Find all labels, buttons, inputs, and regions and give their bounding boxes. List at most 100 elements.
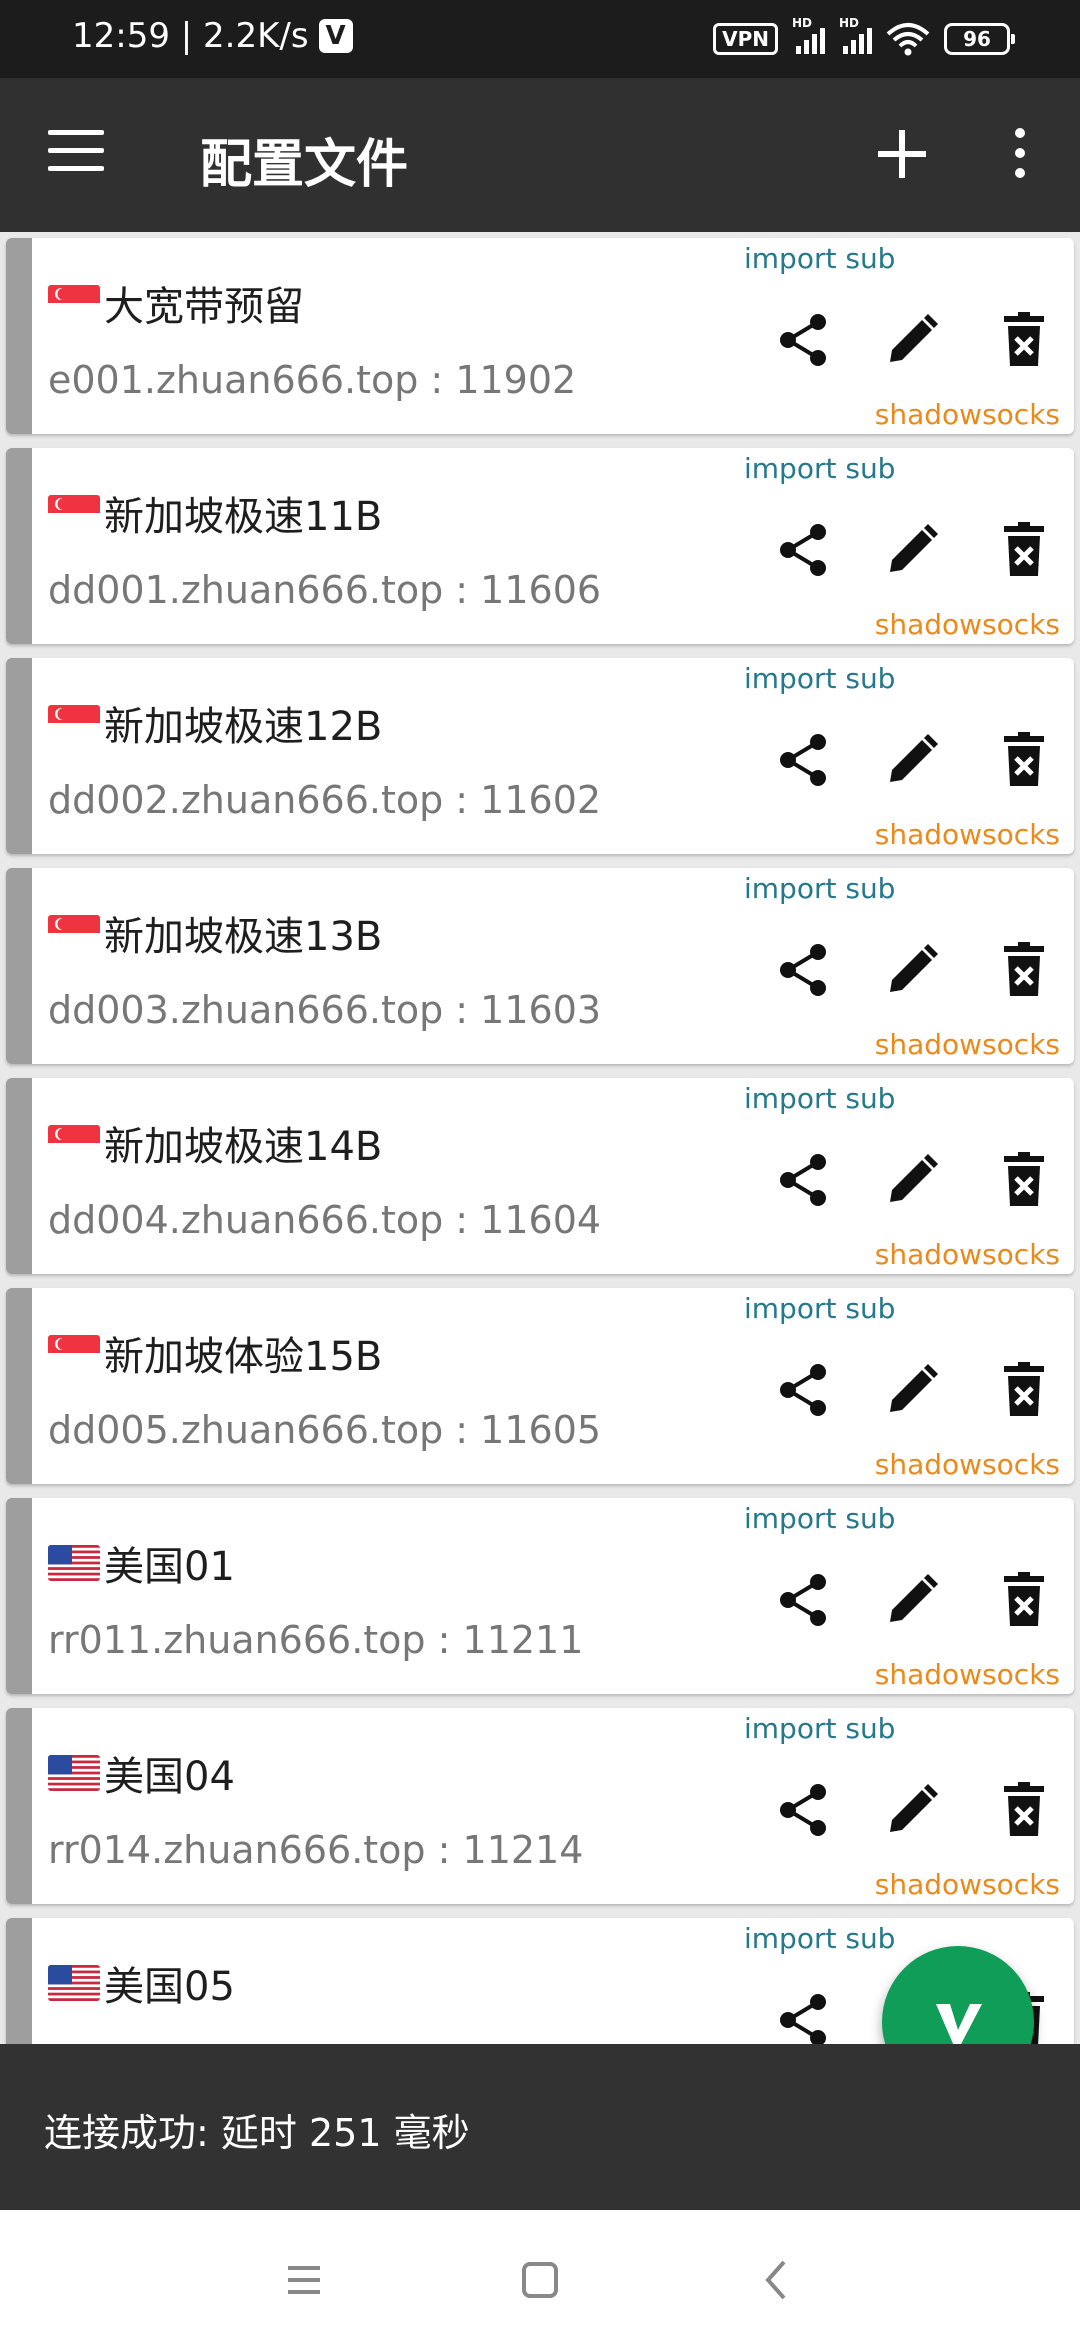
delete-icon[interactable] [992,1568,1056,1632]
server-name: 新加坡极速12B [48,694,382,752]
protocol-type: shadowsocks [874,818,1060,851]
server-name: 美国04 [48,1744,235,1802]
server-name-label: 新加坡体验15B [104,1334,383,1380]
battery-icon: 96 [944,23,1015,55]
delete-icon[interactable] [992,1148,1056,1212]
edit-icon[interactable] [880,1148,944,1212]
delete-icon[interactable] [992,518,1056,582]
signal-icon: HD [792,16,825,54]
server-card[interactable]: 美国01 rr011.zhuan666.top : 11211 import sub… [6,1498,1074,1694]
card-strip [6,868,32,1064]
v2ray-status-icon: V [318,19,353,53]
wifi-icon [886,23,930,56]
add-icon[interactable] [870,122,934,186]
server-card[interactable]: 大宽带预留 e001.zhuan666.top : 11902 import sub… [6,238,1074,434]
share-icon[interactable] [772,1988,836,2044]
server-card[interactable]: 新加坡体验15B dd005.zhuan666.top : 11605 import… [6,1288,1074,1484]
server-name: 新加坡极速14B [48,1114,382,1172]
edit-icon[interactable] [880,938,944,1002]
server-name: 新加坡极速11B [48,484,382,542]
edit-icon[interactable] [880,728,944,792]
protocol-type: shadowsocks [874,1448,1060,1481]
edit-icon[interactable] [880,518,944,582]
status-left: 12:59 | 2.2K/s V [72,16,353,56]
server-name: 新加坡体验15B [48,1324,382,1382]
delete-icon[interactable] [992,1358,1056,1422]
delete-icon[interactable] [992,308,1056,372]
edit-icon[interactable] [880,1568,944,1632]
share-icon[interactable] [772,728,836,792]
card-strip [6,1498,32,1694]
server-address: e001.zhuan666.top : 11902 [48,358,577,402]
delete-icon[interactable] [992,938,1056,1002]
share-icon[interactable] [772,518,836,582]
server-card[interactable]: 新加坡极速13B dd003.zhuan666.top : 11603 import… [6,868,1074,1064]
server-name-label: 美国01 [104,1544,235,1590]
edit-icon[interactable] [880,1358,944,1422]
us-flag-icon [48,1965,100,2001]
subscription-source: import sub [744,1922,896,1955]
edit-icon[interactable] [880,308,944,372]
server-address: dd003.zhuan666.top : 11603 [48,988,602,1032]
system-nav-bar [0,2210,1080,2340]
share-icon[interactable] [772,308,836,372]
recents-button[interactable] [274,2250,334,2310]
protocol-type: shadowsocks [874,398,1060,431]
share-icon[interactable] [772,938,836,1002]
server-card[interactable]: 新加坡极速14B dd004.zhuan666.top : 11604 import… [6,1078,1074,1274]
status-right: VPN HD HD 96 [713,16,1015,56]
subscription-source: import sub [744,242,896,275]
card-actions [772,518,1062,582]
server-name-label: 新加坡极速11B [104,494,383,540]
server-name-label: 新加坡极速12B [104,704,383,750]
signal-icon: HD [839,16,872,54]
share-icon[interactable] [772,1148,836,1212]
server-name-label: 美国05 [104,1964,235,2010]
card-actions [772,1358,1062,1422]
card-actions [772,938,1062,1002]
edit-icon[interactable] [880,1778,944,1842]
card-actions [772,1568,1062,1632]
card-strip [6,1918,32,2044]
singapore-flag-icon [48,705,100,741]
card-strip [6,238,32,434]
server-address: rr011.zhuan666.top : 11211 [48,1618,584,1662]
delete-icon[interactable] [992,728,1056,792]
subscription-source: import sub [744,872,896,905]
server-card[interactable]: 新加坡极速11B dd001.zhuan666.top : 11606 import… [6,448,1074,644]
singapore-flag-icon [48,1125,100,1161]
home-button[interactable] [510,2250,570,2310]
server-list[interactable]: 大宽带预留 e001.zhuan666.top : 11902 import sub… [0,232,1080,2044]
card-actions [772,1148,1062,1212]
card-strip [6,1708,32,1904]
server-name: 美国05 [48,1954,235,2012]
more-options-icon[interactable] [1000,128,1040,184]
share-icon[interactable] [772,1358,836,1422]
subscription-source: import sub [744,1712,896,1745]
server-address: dd002.zhuan666.top : 11602 [48,778,602,822]
server-name-label: 美国04 [104,1754,235,1800]
server-card[interactable]: 新加坡极速12B dd002.zhuan666.top : 11602 import… [6,658,1074,854]
status-time-speed: 12:59 | 2.2K/s [72,16,309,56]
card-actions [772,728,1062,792]
singapore-flag-icon [48,915,100,951]
singapore-flag-icon [48,495,100,531]
server-address: dd001.zhuan666.top : 11606 [48,568,602,612]
server-name-label: 新加坡极速14B [104,1124,383,1170]
server-address: dd004.zhuan666.top : 11604 [48,1198,602,1242]
back-button[interactable] [748,2250,808,2310]
share-icon[interactable] [772,1778,836,1842]
us-flag-icon [48,1545,100,1581]
singapore-flag-icon [48,285,100,321]
vpn-badge: VPN [713,23,778,55]
snackbar: 连接成功: 延时 251 毫秒 [0,2044,1080,2210]
protocol-type: shadowsocks [874,1868,1060,1901]
delete-icon[interactable] [992,1778,1056,1842]
server-address: rr014.zhuan666.top : 11214 [48,1828,584,1872]
protocol-type: shadowsocks [874,1658,1060,1691]
status-bar: 12:59 | 2.2K/s V VPN HD HD 96 [0,0,1080,78]
server-name: 大宽带预留 [48,274,304,332]
menu-icon[interactable] [48,130,104,174]
share-icon[interactable] [772,1568,836,1632]
server-card[interactable]: 美国04 rr014.zhuan666.top : 11214 import sub… [6,1708,1074,1904]
